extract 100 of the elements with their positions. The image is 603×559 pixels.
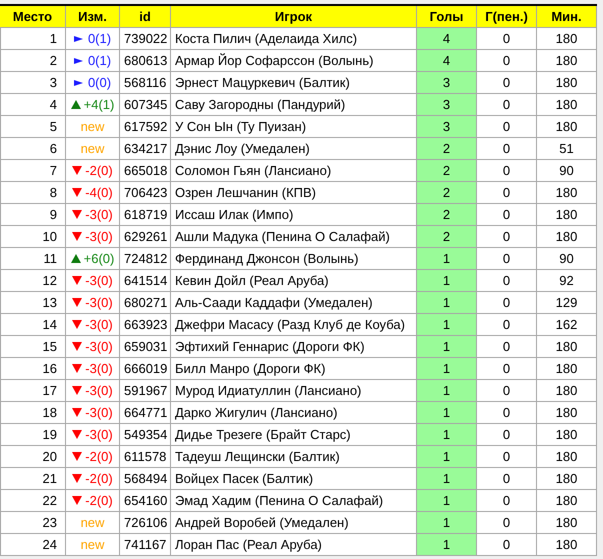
table-cell: Соломон Гьян (Лансиано) — [171, 160, 417, 182]
table-cell: 17 — [0, 380, 66, 402]
table-cell: Иссаш Илак (Импо) — [171, 204, 417, 226]
table-cell: 0 — [477, 226, 537, 248]
table-cell: 618719 — [120, 204, 171, 226]
table-cell: 0 — [477, 534, 537, 556]
table-cell: 180 — [537, 380, 597, 402]
table-cell: 180 — [537, 204, 597, 226]
table-cell: 4 — [417, 50, 477, 72]
column-header: Изм. — [66, 6, 120, 28]
table-cell: 654160 — [120, 490, 171, 512]
table-cell: Аль-Саади Каддафи (Умедален) — [171, 292, 417, 314]
table-cell: 659031 — [120, 336, 171, 358]
table-cell: 2 — [417, 138, 477, 160]
table-cell: 180 — [537, 336, 597, 358]
table-cell: 0 — [477, 380, 537, 402]
table-cell: 0 — [477, 116, 537, 138]
table-cell: 2 — [417, 226, 477, 248]
rank-change: new — [80, 118, 104, 136]
table-cell: 0 — [477, 490, 537, 512]
table-cell: 2 — [0, 50, 66, 72]
column-header: id — [120, 6, 171, 28]
table-cell: 180 — [537, 490, 597, 512]
table-cell: 15 — [0, 336, 66, 358]
table-cell: 549354 — [120, 424, 171, 446]
table-cell: 641514 — [120, 270, 171, 292]
rank-change: -3(0) — [85, 404, 113, 422]
table-cell: 7 — [0, 160, 66, 182]
table-cell: 180 — [537, 534, 597, 556]
rank-change: 0(1) — [88, 52, 112, 70]
table-cell: Дидье Трезеге (Брайт Старс) — [171, 424, 417, 446]
rank-change: new — [80, 140, 104, 158]
table-cell: Эфтихий Геннарис (Дороги ФК) — [171, 336, 417, 358]
table-cell: 1 — [0, 28, 66, 50]
table-cell: 0 — [477, 160, 537, 182]
table-cell: 92 — [537, 270, 597, 292]
table-cell: 0 — [477, 402, 537, 424]
table-cell: 180 — [537, 28, 597, 50]
table-cell: 180 — [537, 182, 597, 204]
table-cell: 2 — [417, 204, 477, 226]
table-cell: 16 — [0, 358, 66, 380]
table-cell: 180 — [537, 50, 597, 72]
table-cell: 1 — [417, 336, 477, 358]
table-cell: 1 — [417, 248, 477, 270]
table-cell: Войцех Пасек (Балтик) — [171, 468, 417, 490]
table-cell: Саву Загородны (Пандурий) — [171, 94, 417, 116]
table-cell: 4 — [417, 28, 477, 50]
table-cell: 1 — [417, 292, 477, 314]
rank-change: -3(0) — [85, 426, 113, 444]
table-cell: 1 — [417, 380, 477, 402]
table-cell: 0 — [477, 182, 537, 204]
rank-change: new — [80, 536, 104, 554]
table-cell: Эмад Хадим (Пенина О Салафай) — [171, 490, 417, 512]
table-cell: 3 — [417, 72, 477, 94]
rank-change: 0(0) — [88, 74, 112, 92]
table-cell: Эрнест Мацуркевич (Балтик) — [171, 72, 417, 94]
table-cell: 129 — [537, 292, 597, 314]
table-cell: 2 — [417, 182, 477, 204]
table-cell: 22 — [0, 490, 66, 512]
table-cell: 12 — [0, 270, 66, 292]
rank-change: +6(0) — [84, 250, 114, 268]
rank-change: -2(0) — [85, 448, 113, 466]
rank-change: -2(0) — [85, 470, 113, 488]
table-cell: 629261 — [120, 226, 171, 248]
rank-change: -3(0) — [85, 228, 113, 246]
table-cell: 607345 — [120, 94, 171, 116]
table-cell: 180 — [537, 446, 597, 468]
rank-change: -3(0) — [85, 338, 113, 356]
table-cell: 1 — [417, 534, 477, 556]
table-cell: 634217 — [120, 138, 171, 160]
table-cell: 1 — [417, 446, 477, 468]
table-cell: 51 — [537, 138, 597, 160]
rank-change: -3(0) — [85, 360, 113, 378]
rank-change: -2(0) — [85, 492, 113, 510]
table-cell: 180 — [537, 94, 597, 116]
table-cell: Джефри Масасу (Разд Клуб де Коуба) — [171, 314, 417, 336]
table-cell: 6 — [0, 138, 66, 160]
table-cell: 1 — [417, 314, 477, 336]
table-cell: 0 — [477, 138, 537, 160]
table-cell: 21 — [0, 468, 66, 490]
table-cell: 8 — [0, 182, 66, 204]
table-cell: 11 — [0, 248, 66, 270]
table-cell: Коста Пилич (Аделаида Хилс) — [171, 28, 417, 50]
table-cell: Лоран Пас (Реал Аруба) — [171, 534, 417, 556]
table-cell: Дарко Жигулич (Лансиано) — [171, 402, 417, 424]
table-cell: 18 — [0, 402, 66, 424]
table-cell: Армар Йор Софарссон (Волынь) — [171, 50, 417, 72]
table-cell: 0 — [477, 468, 537, 490]
table-cell: 1 — [417, 468, 477, 490]
table-cell: Билл Манро (Дороги ФК) — [171, 358, 417, 380]
table-cell: 0 — [477, 358, 537, 380]
table-cell: 10 — [0, 226, 66, 248]
table-cell: 2 — [417, 160, 477, 182]
rank-change: 0(1) — [88, 30, 112, 48]
table-cell: 680613 — [120, 50, 171, 72]
table-cell: 0 — [477, 50, 537, 72]
rank-change: -4(0) — [85, 184, 113, 202]
table-cell: 0 — [477, 94, 537, 116]
table-cell: 4 — [0, 94, 66, 116]
table-cell: 3 — [0, 72, 66, 94]
